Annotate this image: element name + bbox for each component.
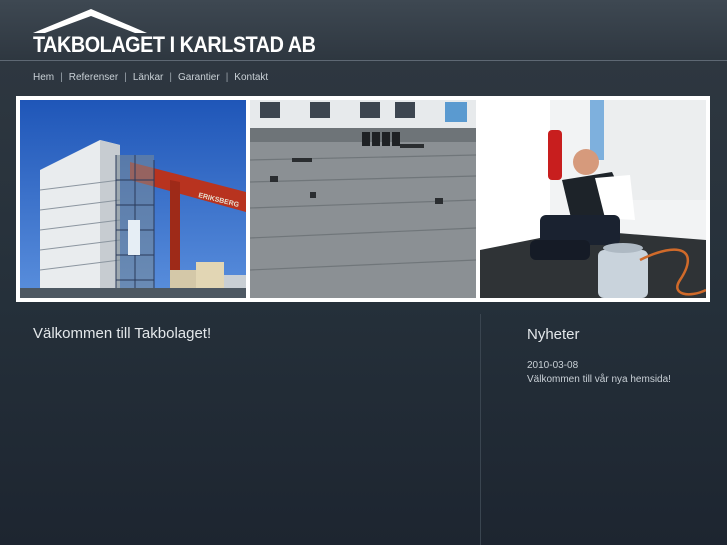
nav-separator: |	[124, 72, 127, 83]
welcome-heading: Välkommen till Takbolaget!	[33, 325, 212, 342]
nav-separator: |	[60, 72, 63, 83]
photo-gallery: ERIKSBERG	[16, 96, 710, 302]
nav-separator: |	[169, 72, 172, 83]
roof-icon	[33, 9, 147, 33]
nav-item-garantier[interactable]: Garantier	[178, 72, 220, 83]
nav-separator: |	[225, 72, 229, 83]
column-divider	[480, 314, 481, 545]
site-logo[interactable]: TAKBOLAGET I KARLSTAD AB	[33, 8, 316, 58]
logo-text: TAKBOLAGET I KARLSTAD AB	[33, 32, 316, 57]
flat-roof-photo	[250, 100, 476, 298]
main-nav: Hem | Referenser | Länkar | Garantier | Kontakt	[33, 72, 268, 83]
nav-item-kontakt[interactable]: Kontakt	[234, 72, 268, 83]
highrise-construction-photo: ERIKSBERG	[20, 100, 246, 298]
nav-item-lankar[interactable]: Länkar	[133, 72, 164, 83]
nav-item-referenser[interactable]: Referenser	[69, 72, 118, 83]
header-divider	[0, 60, 727, 61]
news-item-text: Välkommen till vår nya hemsida!	[527, 374, 671, 385]
news-heading: Nyheter	[527, 326, 580, 343]
nav-item-hem[interactable]: Hem	[33, 72, 54, 83]
roofer-working-photo	[480, 100, 706, 298]
news-item-date: 2010-03-08	[527, 360, 579, 371]
